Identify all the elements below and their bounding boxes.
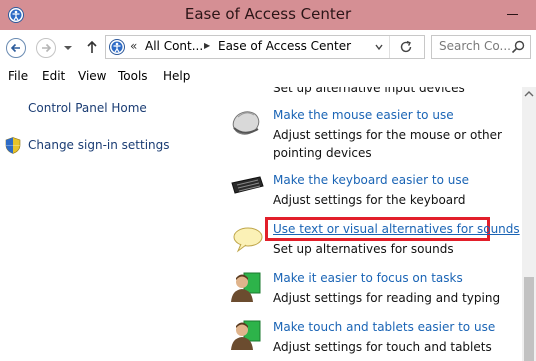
focus-description: Adjust settings for reading and typing: [273, 291, 501, 305]
scroll-up-icon[interactable]: [522, 87, 536, 101]
window-title: Ease of Access Center: [184, 5, 352, 23]
breadcrumb-ease-of-access[interactable]: Ease of Access Center: [218, 39, 351, 53]
back-button[interactable]: [6, 38, 26, 58]
forward-button[interactable]: [36, 38, 56, 58]
menu-tools[interactable]: Tools: [118, 69, 148, 83]
input-devices-description: Set up alternative input devices: [273, 87, 465, 95]
speech-bubble-icon: [233, 227, 263, 253]
breadcrumb-separator-icon[interactable]: ▶: [204, 41, 210, 50]
make-touch-tablets-easier-link[interactable]: Make touch and tablets easier to use: [273, 320, 495, 334]
refresh-icon[interactable]: [398, 39, 414, 55]
vertical-scrollbar[interactable]: [522, 87, 536, 361]
touch-description: Adjust settings for touch and tablets: [273, 340, 492, 354]
address-overflow-chevron[interactable]: «: [130, 39, 137, 53]
sounds-description: Set up alternatives for sounds: [273, 242, 454, 256]
make-easier-focus-link[interactable]: Make it easier to focus on tasks: [273, 271, 463, 285]
content-pane: Set up alternative input devices Make th…: [200, 87, 524, 361]
breadcrumb-all-control-panel[interactable]: All Cont...: [145, 39, 203, 53]
menu-bar: File Edit View Tools Help: [0, 65, 536, 87]
up-arrow-icon[interactable]: [86, 40, 98, 54]
keyboard-icon: [231, 176, 264, 194]
change-sign-in-settings-link[interactable]: Change sign-in settings: [28, 138, 170, 152]
search-placeholder: Search Co...: [439, 39, 511, 53]
forward-arrow-icon: [42, 43, 52, 53]
search-box[interactable]: Search Co...: [431, 35, 531, 59]
recent-locations-chevron-icon[interactable]: [64, 44, 72, 52]
control-panel-home-link[interactable]: Control Panel Home: [28, 101, 147, 115]
window-controls: [476, 0, 536, 30]
menu-help[interactable]: Help: [163, 69, 190, 83]
keyboard-description: Adjust settings for the keyboard: [273, 193, 466, 207]
use-text-visual-alternatives-link[interactable]: Use text or visual alternatives for soun…: [273, 222, 520, 236]
mouse-icon: [232, 111, 260, 135]
address-divider: [389, 36, 390, 58]
menu-view[interactable]: View: [78, 69, 106, 83]
search-icon[interactable]: [511, 40, 525, 54]
mouse-description: Adjust settings for the mouse or other p…: [273, 128, 502, 160]
user-touch-icon: [231, 320, 261, 350]
scrollbar-thumb[interactable]: [524, 277, 534, 361]
make-keyboard-easier-link[interactable]: Make the keyboard easier to use: [273, 173, 469, 187]
address-dropdown-chevron-icon[interactable]: [373, 40, 385, 54]
control-panel-icon: [109, 39, 125, 55]
minimize-button[interactable]: [507, 14, 518, 15]
menu-file[interactable]: File: [8, 69, 28, 83]
user-focus-icon: [231, 272, 261, 302]
address-bar[interactable]: « All Cont... ▶ Ease of Access Center: [105, 35, 425, 59]
navigation-bar: « All Cont... ▶ Ease of Access Center Se…: [0, 30, 536, 64]
make-mouse-easier-link[interactable]: Make the mouse easier to use: [273, 108, 454, 122]
back-arrow-icon: [10, 43, 20, 53]
uac-shield-icon: [5, 137, 21, 154]
title-bar: Ease of Access Center: [0, 0, 536, 30]
left-pane: Control Panel Home Change sign-in settin…: [0, 87, 200, 361]
menu-edit[interactable]: Edit: [42, 69, 65, 83]
